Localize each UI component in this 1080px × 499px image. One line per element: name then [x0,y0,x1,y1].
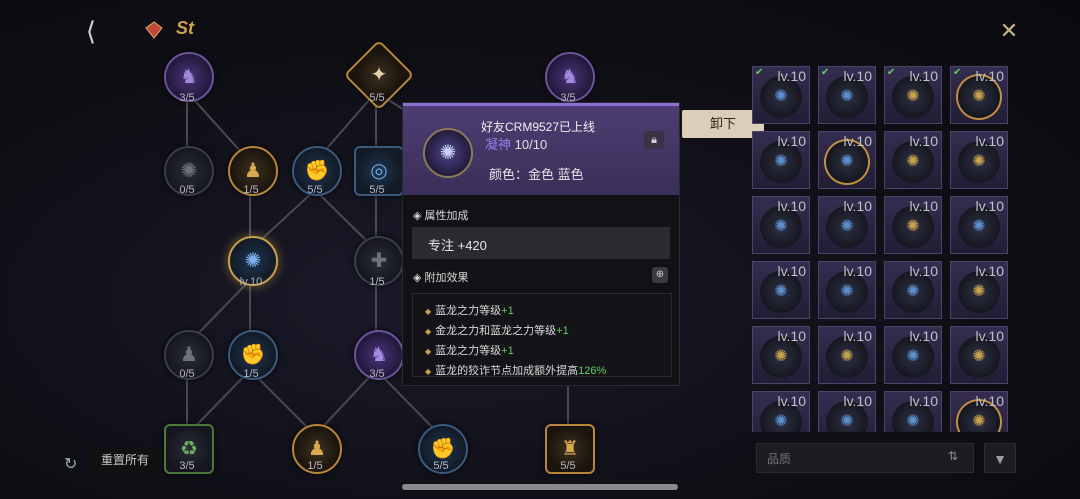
level-label: lv.10 [777,68,806,84]
grid-cell[interactable]: ✺ lv.10 [752,261,810,319]
reset-icon[interactable]: ↻ [64,454,82,473]
equipped-check-icon: ✔ [821,67,830,78]
effect-item: ◆ 蓝龙之力等级+1 [425,305,514,317]
quality-search-input[interactable] [765,448,939,470]
node-label: 5/5 [307,184,323,196]
grid-cell[interactable]: ✺ lv.10 [950,196,1008,254]
level-label: lv.10 [777,393,806,409]
grid-cell[interactable]: ✺ lv.10 [752,196,810,254]
popup-header: ✺ 好友CRM9527已上线 凝神 10/10 颜色：金色 蓝色 🔒︎ [403,103,679,195]
level-label: lv.10 [777,263,806,279]
dragon-icon: ✺ [439,142,457,164]
equipped-check-icon: ✔ [953,67,962,78]
level-label: lv.10 [843,328,872,344]
effect-item: ◆ 金龙之力和蓝龙之力等级+1 [425,325,569,337]
effect-item: ◆ 蓝龙的狡诈节点加成额外提高126% [425,365,607,377]
level-label: lv.10 [843,133,872,149]
level-label: lv.10 [975,133,1004,149]
filter-button[interactable]: ▼ [984,443,1016,473]
level-label: lv.10 [777,198,806,214]
grid-cell[interactable]: ✺ lv.10 ✔ [818,66,876,124]
rank-tag: 凝神 [485,137,512,152]
lock-icon[interactable]: 🔒︎ [644,131,664,149]
grid-cell[interactable]: ✺ lv.10 [950,326,1008,384]
grid-cell[interactable]: ✺ lv.10 [950,261,1008,319]
attr-header: ◈ 属性加成 [413,210,469,222]
color-label: 颜色：金色 蓝色 [489,167,584,182]
equipped-check-icon: ✔ [887,67,896,78]
reset-all-button[interactable]: 重置所有 [88,448,162,472]
effect-item: ◆ 蓝龙之力等级+1 [425,345,514,357]
inventory-grid: ✺ lv.10 ✔ ✺ lv.10 ✔ ✺ lv.10 ✔ ✺ lv.10 ✔ ✺ lv.10 ✺ lv.10… [752,66,1016,432]
effects-list: ◆ 蓝龙之力等级+1 ◆ 金龙之力和蓝龙之力等级+1 ◆ 蓝龙之力等级+1 ◆ 蓝龙的狡… [412,293,672,377]
grid-cell[interactable]: ✺ lv.10 [818,131,876,189]
level-label: lv.10 [843,198,872,214]
node-label: 5/5 [369,92,385,104]
node-label: 1/5 [243,368,259,380]
search-bar[interactable] [756,443,974,473]
level-label: lv.10 [975,263,1004,279]
grid-cell[interactable]: ✺ lv.10 [950,391,1008,432]
grid-cell[interactable]: ✺ lv.10 [884,131,942,189]
grid-cell[interactable]: ✺ lv.10 [884,391,942,432]
grid-cell[interactable]: ✺ lv.10 [818,261,876,319]
level-label: lv.10 [975,198,1004,214]
filter-icon: ▼ [993,451,1007,467]
node-label: 3/5 [179,460,195,472]
level-label: lv.10 [909,133,938,149]
attr-value: 专注 +420 [428,238,487,253]
grid-cell[interactable]: ✺ lv.10 [884,326,942,384]
node-label: 5/5 [560,460,576,472]
level-label: lv.10 [909,198,938,214]
grid-cell[interactable]: ✺ lv.10 [818,326,876,384]
node-label: 5/5 [369,184,385,196]
effect-header-label: 附加效果 [424,272,469,284]
level-label: lv.10 [975,393,1004,409]
level-label: lv.10 [777,133,806,149]
node-label: 1/5 [243,184,259,196]
grid-cell[interactable]: ✺ lv.10 [884,196,942,254]
attr-header-label: 属性加成 [424,210,469,222]
equipped-check-icon: ✔ [755,67,764,78]
effect-header: ◈ 附加效果 [413,272,469,284]
grid-cell[interactable]: ✺ lv.10 [818,391,876,432]
node-label: 5/5 [433,460,449,472]
grid-cell[interactable]: ✺ lv.10 [752,131,810,189]
level-label: lv.10 [975,328,1004,344]
grid-cell[interactable]: ✺ lv.10 [752,391,810,432]
grid-cell[interactable]: ✺ lv.10 [818,196,876,254]
attr-box: 专注 +420 [412,227,670,259]
node-label: 0/5 [179,368,195,380]
level-label: lv.10 [909,393,938,409]
node-label: 3/5 [369,368,385,380]
item-icon: ✺ [423,128,473,178]
node-label: lv.10 [239,276,263,288]
grid-cell[interactable]: ✺ lv.10 ✔ [950,66,1008,124]
level-label: lv.10 [909,328,938,344]
node-label: 0/5 [179,184,195,196]
sort-icon[interactable]: ⇅ [948,449,964,467]
rank-value: 10/10 [514,137,548,152]
grid-cell[interactable]: ✺ lv.10 [752,326,810,384]
level-label: lv.10 [975,68,1004,84]
grid-cell[interactable]: ✺ lv.10 [884,261,942,319]
zoom-icon[interactable]: ⊕ [652,267,668,283]
popup-subtitle: 凝神 10/10 [485,134,547,153]
level-label: lv.10 [843,393,872,409]
grid-cell[interactable]: ✺ lv.10 ✔ [884,66,942,124]
item-detail-popup: ✺ 好友CRM9527已上线 凝神 10/10 颜色：金色 蓝色 🔒︎ ◈ 属性… [402,102,680,386]
level-label: lv.10 [843,68,872,84]
level-label: lv.10 [843,263,872,279]
node-label: 1/5 [307,460,323,472]
node-label: 3/5 [179,92,195,104]
grid-cell[interactable]: ✺ lv.10 [950,131,1008,189]
level-label: lv.10 [909,263,938,279]
level-label: lv.10 [909,68,938,84]
node-label: 1/5 [369,276,385,288]
home-indicator [402,484,678,490]
level-label: lv.10 [777,328,806,344]
popup-title: 好友CRM9527已上线 [481,120,596,134]
grid-cell[interactable]: ✺ lv.10 ✔ [752,66,810,124]
